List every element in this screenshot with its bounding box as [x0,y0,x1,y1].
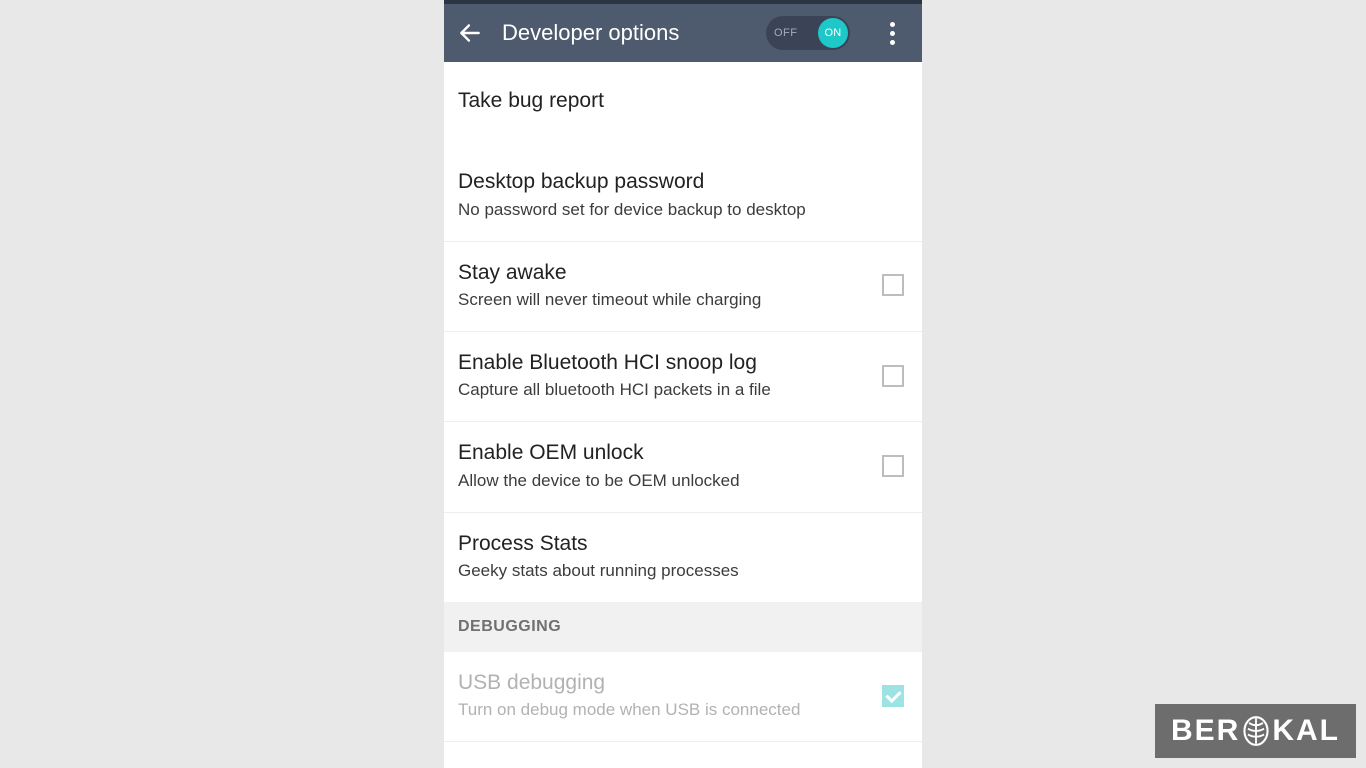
section-header-debugging: DEBUGGING [444,602,922,652]
watermark-text-pre: BER [1171,714,1240,748]
row-title: Stay awake [458,260,866,286]
checkbox-oem-unlock[interactable] [882,455,904,477]
row-title: Take bug report [458,88,908,114]
row-title: USB debugging [458,670,866,696]
app-header: Developer options OFF ON [444,4,922,62]
row-subtitle: Turn on debug mode when USB is connected [458,699,866,721]
back-button[interactable] [450,13,490,53]
row-subtitle: Allow the device to be OEM unlocked [458,470,866,492]
master-toggle[interactable]: OFF ON [766,16,850,50]
row-title: Enable OEM unlock [458,440,866,466]
row-subtitle: Geeky stats about running processes [458,560,908,582]
row-desktop-backup-password[interactable]: Desktop backup password No password set … [444,151,922,241]
row-take-bug-report[interactable]: Take bug report [444,62,922,151]
row-subtitle: Screen will never timeout while charging [458,289,866,311]
row-usb-debugging[interactable]: USB debugging Turn on debug mode when US… [444,652,922,742]
phone-screen: Developer options OFF ON Take bug report… [444,0,922,768]
row-stay-awake[interactable]: Stay awake Screen will never timeout whi… [444,242,922,332]
fingerprint-icon [1242,716,1270,746]
watermark-badge: BER KAL [1155,704,1356,758]
row-bluetooth-hci-snoop[interactable]: Enable Bluetooth HCI snoop log Capture a… [444,332,922,422]
settings-list[interactable]: Take bug report Desktop backup password … [444,62,922,768]
row-title: Enable Bluetooth HCI snoop log [458,350,866,376]
checkbox-stay-awake[interactable] [882,274,904,296]
checkbox-bluetooth-hci[interactable] [882,365,904,387]
toggle-on-thumb: ON [818,18,848,48]
row-title: Process Stats [458,531,908,557]
page-title: Developer options [502,20,754,46]
toggle-off-label: OFF [774,27,798,39]
overflow-menu-button[interactable] [872,13,912,53]
row-subtitle: No password set for device backup to des… [458,199,908,221]
watermark-text-post: KAL [1272,714,1340,748]
row-subtitle: Capture all bluetooth HCI packets in a f… [458,379,866,401]
row-enable-oem-unlock[interactable]: Enable OEM unlock Allow the device to be… [444,422,922,512]
row-title: Desktop backup password [458,169,908,195]
row-process-stats[interactable]: Process Stats Geeky stats about running … [444,513,922,602]
checkbox-usb-debugging[interactable] [882,685,904,707]
